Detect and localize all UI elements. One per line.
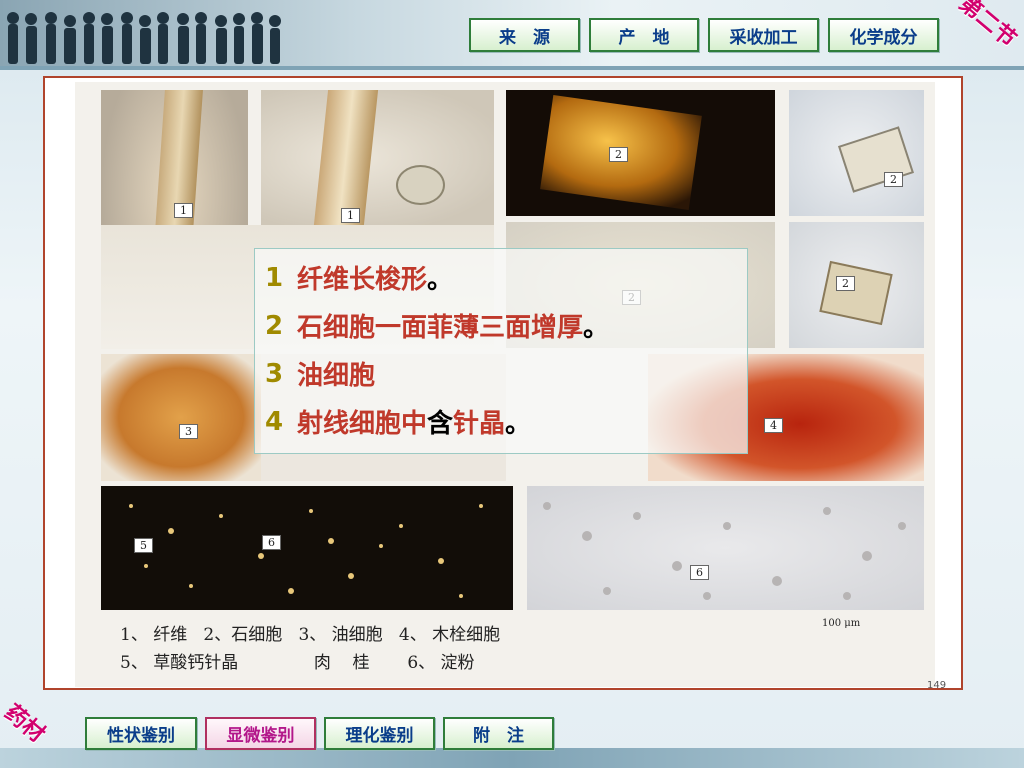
key-point-punct: 。 xyxy=(583,313,610,343)
key-point-text: 石细胞一面菲薄三面增厚 xyxy=(297,313,584,343)
footer-bar xyxy=(0,748,1024,768)
photo-starch xyxy=(527,486,924,610)
key-point-number: 3 xyxy=(265,358,284,389)
tab-notes[interactable]: 附 注 xyxy=(443,717,554,750)
key-point-keyword: 含 xyxy=(427,409,454,439)
key-point-1: 1 纤维长梭形 。 xyxy=(265,259,453,296)
header-divider xyxy=(0,66,1024,70)
photo-label: 2 xyxy=(884,172,903,187)
home-corner-label[interactable]: 药材 xyxy=(0,696,53,749)
photo-label: 3 xyxy=(179,424,198,439)
key-point-number: 4 xyxy=(265,406,284,437)
plate-caption-line-2: 5、 草酸钙针晶 肉 桂 6、 淀粉 xyxy=(120,653,475,673)
key-point-text: 纤维长梭形 xyxy=(297,265,428,295)
key-point-text: 射线细胞中 xyxy=(297,409,428,439)
photo-raphides-polarized xyxy=(101,486,513,610)
photo-label: 1 xyxy=(341,208,360,223)
photo-stone-cell-polarized xyxy=(506,90,775,216)
tab-harvest-processing[interactable]: 采收加工 xyxy=(708,18,819,52)
photo-label: 2 xyxy=(609,147,628,162)
tab-chemical-composition[interactable]: 化学成分 xyxy=(828,18,939,52)
key-point-text: 油细胞 xyxy=(297,361,376,391)
tab-macroscopic-identification[interactable]: 性状鉴别 xyxy=(85,717,197,750)
key-point-punct: 。 xyxy=(427,265,454,295)
key-points-box: 1 纤维长梭形 。 2 石细胞一面菲薄三面增厚 。 3 油细胞 4 射线细胞中 … xyxy=(254,248,748,454)
starch-grains xyxy=(543,502,906,600)
key-point-2: 2 石细胞一面菲薄三面增厚 。 xyxy=(265,307,609,344)
photo-label: 2 xyxy=(836,276,855,291)
tab-microscopic-identification[interactable]: 显微鉴别 xyxy=(205,717,316,750)
tab-source[interactable]: 来 源 xyxy=(469,18,580,52)
photo-stone-cell-c xyxy=(789,222,924,348)
tab-physicochemical-identification[interactable]: 理化鉴别 xyxy=(324,717,435,750)
key-point-4: 4 射线细胞中 含 针晶 。 xyxy=(265,403,531,440)
photo-oil-cell xyxy=(101,354,261,481)
key-point-number: 2 xyxy=(265,310,284,341)
raphides-sparkles xyxy=(129,504,483,598)
photo-label: 5 xyxy=(134,538,153,553)
key-point-punct: 。 xyxy=(505,409,532,439)
people-silhouettes-decoration xyxy=(7,12,281,64)
photo-label: 4 xyxy=(764,418,783,433)
scale-bar-label: 100 μm xyxy=(822,618,861,629)
photo-label: 6 xyxy=(690,565,709,580)
photo-stone-cell-a xyxy=(789,90,924,216)
key-point-text-cont: 针晶 xyxy=(453,409,506,439)
tab-origin[interactable]: 产 地 xyxy=(589,18,699,52)
photo-fiber-b xyxy=(261,90,494,225)
page-number: 149 xyxy=(927,680,947,691)
key-point-number: 1 xyxy=(265,262,284,293)
photo-label: 6 xyxy=(262,535,281,550)
key-point-3: 3 油细胞 xyxy=(265,355,375,392)
photo-label: 1 xyxy=(174,203,193,218)
plate-caption-line-1: 1、 纤维 2、石细胞 3、 油细胞 4、 木栓细胞 xyxy=(120,625,501,645)
